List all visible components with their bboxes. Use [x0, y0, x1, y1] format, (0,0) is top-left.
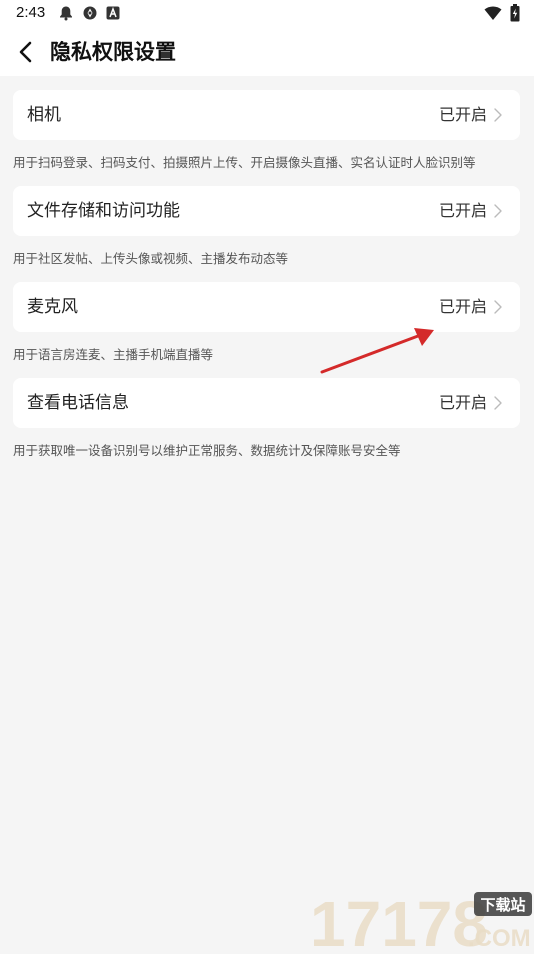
watermark-domain: .COM: [468, 925, 531, 950]
permission-title: 相机: [27, 105, 61, 125]
chevron-right-icon: [494, 204, 502, 218]
permission-description: 用于社区发帖、上传头像或视频、主播发布动态等: [13, 251, 289, 266]
sync-icon: [83, 6, 97, 20]
header: 隐私权限设置: [0, 28, 534, 76]
permission-title: 查看电话信息: [27, 393, 129, 413]
permission-status: 已开启: [438, 297, 487, 316]
status-bar: 2:43: [0, 0, 534, 28]
watermark-graphic: 17178 下载站 .COM: [310, 888, 532, 954]
page-title: 隐私权限设置: [50, 40, 176, 64]
status-icons-left: [58, 5, 120, 21]
chevron-right-icon: [494, 300, 502, 314]
permission-description: 用于获取唯一设备识别号以维护正常服务、数据统计及保障账号安全等: [13, 443, 401, 458]
permission-description: 用于扫码登录、扫码支付、拍摄照片上传、开启摄像头直播、实名认证时人脸识别等: [13, 155, 476, 170]
permission-row-camera[interactable]: 相机 已开启: [13, 90, 520, 140]
permission-row-file-storage[interactable]: 文件存储和访问功能 已开启: [13, 186, 520, 236]
watermark-logo: 17178 下载站 .COM: [308, 888, 534, 954]
permission-description: 用于语言房连麦、主播手机端直播等: [13, 347, 214, 362]
notification-bell-icon: [60, 6, 72, 21]
permission-row-phone-info[interactable]: 查看电话信息 已开启: [13, 378, 520, 428]
app-a-icon: [106, 6, 120, 20]
watermark-badge: 下载站: [480, 896, 525, 914]
watermark-number: 17178: [310, 888, 488, 950]
status-icons-right: [484, 4, 520, 22]
annotation-arrow-icon: [320, 328, 434, 374]
permission-status: 已开启: [438, 393, 487, 412]
wifi-icon: [484, 6, 502, 20]
permission-status: 已开启: [438, 105, 487, 124]
back-icon[interactable]: [12, 38, 40, 66]
battery-charging-icon: [510, 4, 520, 22]
permission-title: 麦克风: [27, 297, 78, 317]
permission-row-microphone[interactable]: 麦克风 已开启: [13, 282, 520, 332]
status-time: 2:43: [16, 4, 46, 21]
permission-status: 已开启: [438, 201, 487, 220]
permission-title: 文件存储和访问功能: [27, 201, 180, 221]
chevron-right-icon: [494, 108, 502, 122]
chevron-right-icon: [494, 396, 502, 410]
